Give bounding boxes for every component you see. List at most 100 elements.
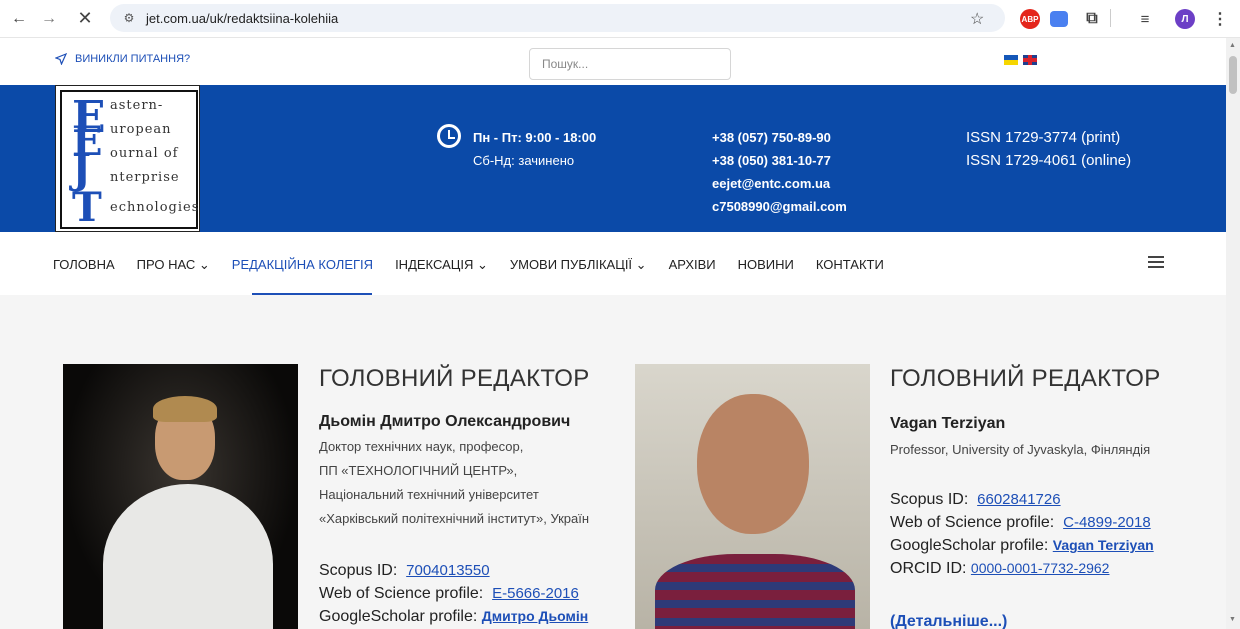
questions-label: ВИНИКЛИ ПИТАННЯ?	[75, 53, 191, 65]
gs-label: GoogleScholar profile:	[890, 537, 1049, 554]
editor-1-ids: Scopus ID: 7004013550 Web of Science pro…	[319, 559, 588, 628]
editorial-board-content: ГОЛОВНИЙ РЕДАКТОР Дьомін Дмитро Олександ…	[0, 295, 1226, 629]
weekend-hours: Сб-Нд: зачинено	[473, 153, 575, 168]
page-scrollbar[interactable]: ▲ ▼	[1226, 38, 1240, 629]
editor-1-scopus-row: Scopus ID: 7004013550	[319, 559, 588, 582]
editor-1-desc-line-2: ПП «ТЕХНОЛОГІЧНИЙ ЦЕНТР»,	[319, 463, 518, 478]
scrollbar-thumb[interactable]	[1229, 56, 1237, 94]
editor-2-orcid-row: ORCID ID: 0000-0001-7732-2962	[890, 557, 1154, 580]
adblock-extension-icon[interactable]: ABP	[1020, 9, 1040, 29]
editor-1-scopus-link[interactable]: 7004013550	[406, 562, 489, 579]
forward-icon[interactable]: →	[34, 4, 64, 34]
editor-2-more-link[interactable]: (Детальніше...)	[890, 613, 1007, 629]
editor-1-name: Дьомін Дмитро Олександрович	[319, 413, 571, 430]
url-text[interactable]: jet.com.ua/uk/redaktsiina-kolehiia	[146, 11, 338, 26]
back-icon[interactable]: ←	[4, 4, 34, 34]
logo-word-3: ournal of	[110, 146, 179, 161]
logo-word-5: echnologies	[110, 200, 200, 215]
issn-info: ISSN 1729-3774 (print) ISSN 1729-4061 (o…	[966, 126, 1131, 172]
photo-hair	[153, 396, 217, 422]
editor-1-desc-line-4: «Харківський політехнічний інститут», Ук…	[319, 511, 590, 526]
site-topbar: ВИНИКЛИ ПИТАННЯ? Пошук...	[0, 38, 1226, 85]
editor-2-gs-row: GoogleScholar profile: Vagan Terziyan	[890, 534, 1154, 557]
scroll-down-icon[interactable]: ▼	[1229, 616, 1236, 623]
logo-word-4: nterprise	[110, 170, 180, 185]
editor-photo-1	[63, 364, 298, 629]
logo-letter-t: T	[72, 184, 102, 231]
browser-toolbar: ← → ✕ ⚙ jet.com.ua/uk/redaktsiina-kolehi…	[0, 0, 1240, 38]
editor-1-title: ГОЛОВНИЙ РЕДАКТОР	[319, 365, 590, 392]
address-bar[interactable]: ⚙ jet.com.ua/uk/redaktsiina-kolehiia	[110, 4, 1005, 32]
contact-info: +38 (057) 750-89-90 +38 (050) 381-10-77 …	[712, 126, 847, 218]
editor-2-scopus-link[interactable]: 6602841726	[977, 491, 1060, 508]
journal-logo[interactable]: E astern- uropean E ournal of J nterpris…	[55, 85, 200, 232]
nav-item-about[interactable]: ПРО НАС ⌄	[137, 257, 210, 273]
browser-menu-icon[interactable]: ⋮	[1210, 9, 1230, 29]
gs-label: GoogleScholar profile:	[319, 608, 478, 625]
editor-photo-2	[635, 364, 870, 629]
scopus-label: Scopus ID:	[890, 491, 969, 508]
main-navigation: ГОЛОВНА ПРО НАС ⌄ РЕДАКЦІЙНА КОЛЕГІЯ ІНД…	[0, 232, 1226, 295]
editor-2-name: Vagan Terziyan	[890, 415, 1006, 432]
editor-2-wos-link[interactable]: C-4899-2018	[1063, 514, 1151, 531]
logo-frame: E astern- uropean E ournal of J nterpris…	[60, 90, 198, 229]
logo-word-2: uropean	[110, 122, 172, 137]
nav-item-contacts[interactable]: КОНТАКТИ	[816, 257, 884, 273]
phone-2[interactable]: +38 (050) 381-10-77	[712, 149, 847, 172]
editor-2-title: ГОЛОВНИЙ РЕДАКТОР	[890, 365, 1161, 392]
nav-item-editorial-board[interactable]: РЕДАКЦІЙНА КОЛЕГІЯ	[232, 257, 373, 273]
email-1[interactable]: eejet@entc.com.ua	[712, 172, 847, 195]
translate-extension-icon[interactable]	[1050, 11, 1068, 27]
email-2[interactable]: c7508990@gmail.com	[712, 195, 847, 218]
nav-item-indexing[interactable]: ІНДЕКСАЦІЯ ⌄	[395, 257, 488, 273]
hamburger-menu-icon[interactable]	[1148, 256, 1164, 268]
editor-1-wos-link[interactable]: E-5666-2016	[492, 585, 579, 602]
wos-label: Web of Science profile:	[890, 514, 1055, 531]
profile-avatar[interactable]: Л	[1175, 9, 1195, 29]
editor-1-description: Доктор технічних наук, професор, ПП «ТЕХ…	[319, 435, 635, 531]
editor-2-orcid-link[interactable]: 0000-0001-7732-2962	[971, 560, 1110, 576]
editor-1-gs-row: GoogleScholar profile: Дмитро Дьомін	[319, 605, 588, 628]
scroll-up-icon[interactable]: ▲	[1229, 42, 1236, 49]
site-info-icon[interactable]: ⚙	[122, 11, 136, 25]
paper-plane-icon	[55, 53, 67, 65]
extensions-puzzle-icon[interactable]: ⧉	[1082, 9, 1102, 29]
questions-link[interactable]: ВИНИКЛИ ПИТАННЯ?	[55, 53, 190, 65]
issn-print: ISSN 1729-3774 (print)	[966, 129, 1121, 146]
photo-face	[697, 394, 809, 534]
editor-2-description: Professor, University of Jyvaskyla, Фінл…	[890, 438, 1150, 462]
editor-2-ids: Scopus ID: 6602841726 Web of Science pro…	[890, 488, 1154, 580]
language-switcher	[1004, 55, 1037, 65]
reading-list-icon[interactable]: ≡	[1135, 9, 1155, 29]
editor-1-desc-line-1: Доктор технічних наук, професор,	[319, 439, 524, 454]
logo-word-1: astern-	[110, 98, 164, 113]
nav-item-publication-terms[interactable]: УМОВИ ПУБЛІКАЦІЇ ⌄	[510, 257, 647, 273]
search-input[interactable]: Пошук...	[529, 48, 731, 80]
weekday-hours: Пн - Пт: 9:00 - 18:00	[473, 130, 597, 145]
stop-loading-icon[interactable]: ✕	[70, 4, 100, 34]
wos-label: Web of Science profile:	[319, 585, 484, 602]
editor-1-gs-link[interactable]: Дмитро Дьомін	[482, 608, 588, 624]
nav-item-news[interactable]: НОВИНИ	[738, 257, 794, 273]
scopus-label: Scopus ID:	[319, 562, 398, 579]
editor-2-scopus-row: Scopus ID: 6602841726	[890, 488, 1154, 511]
site-header: E astern- uropean E ournal of J nterpris…	[0, 85, 1226, 232]
orcid-label: ORCID ID:	[890, 560, 967, 577]
phone-1[interactable]: +38 (057) 750-89-90	[712, 126, 847, 149]
ukraine-flag-icon[interactable]	[1004, 55, 1018, 65]
editor-2-desc-line-1: Professor, University of Jyvaskyla, Фінл…	[890, 442, 1151, 457]
editor-1-wos-row: Web of Science profile: E-5666-2016	[319, 582, 588, 605]
editor-2-gs-link[interactable]: Vagan Terziyan	[1053, 537, 1154, 553]
nav-item-home[interactable]: ГОЛОВНА	[53, 257, 115, 273]
nav-item-archives[interactable]: АРХІВИ	[669, 257, 716, 273]
uk-flag-icon[interactable]	[1023, 55, 1037, 65]
clock-icon	[437, 124, 461, 148]
bookmark-star-icon[interactable]: ☆	[970, 9, 984, 29]
working-hours: Пн - Пт: 9:00 - 18:00 Сб-Нд: зачинено	[473, 126, 596, 172]
editor-2-wos-row: Web of Science profile: C-4899-2018	[890, 511, 1154, 534]
editor-1-desc-line-3: Національний технічний університет	[319, 487, 539, 502]
toolbar-divider	[1110, 9, 1111, 27]
issn-online: ISSN 1729-4061 (online)	[966, 152, 1132, 169]
photo-shirt	[655, 554, 855, 629]
photo-shirt	[103, 484, 273, 629]
